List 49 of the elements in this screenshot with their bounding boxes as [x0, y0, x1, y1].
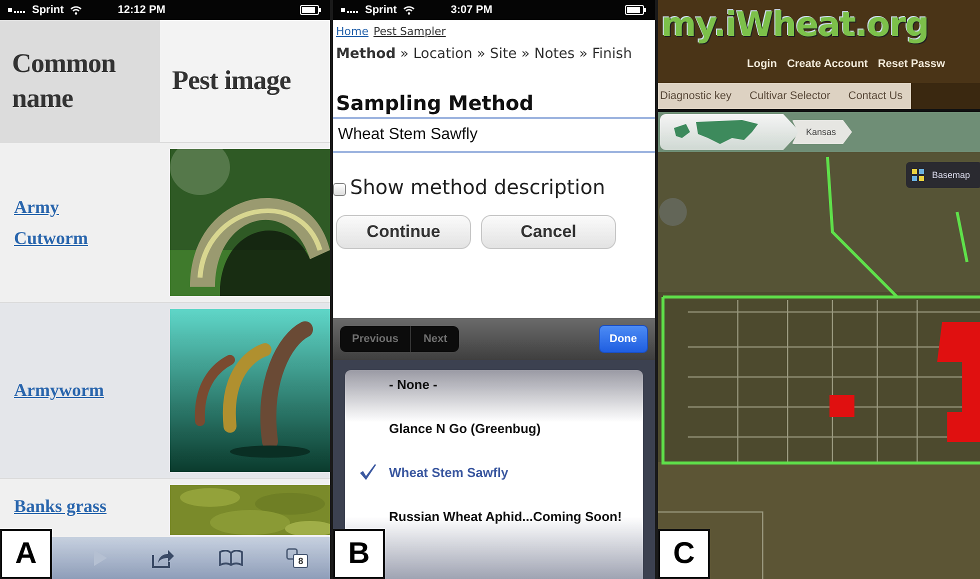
clock-time: 12:12 PM	[118, 4, 166, 16]
picker-option[interactable]: Wheat Stem Sawfly	[345, 460, 643, 484]
picker-option[interactable]: Russian Wheat Aphid...Coming Soon!	[345, 504, 643, 528]
breadcrumb-link[interactable]: Home	[336, 25, 368, 38]
battery-icon	[625, 5, 647, 15]
tabs-icon	[286, 548, 298, 560]
account-link[interactable]: Login	[747, 58, 777, 70]
panel-label: B	[333, 529, 385, 579]
method-select[interactable]: Wheat Stem Sawfly	[333, 116, 655, 152]
continue-button[interactable]: Continue	[336, 214, 471, 248]
battery-icon	[300, 5, 322, 15]
carrier-name: Sprint	[365, 4, 397, 16]
column-header: Common name	[0, 20, 160, 142]
checkbox[interactable]	[333, 183, 346, 196]
state-crumb[interactable]: Kansas	[792, 120, 852, 144]
us-map-button[interactable]	[660, 114, 800, 150]
previous-button[interactable]: Previous	[340, 326, 412, 352]
pest-link[interactable]: Banks grass	[14, 491, 107, 522]
panel-label: A	[0, 529, 52, 579]
signal-icon	[8, 7, 26, 13]
checkmark-icon	[359, 463, 377, 481]
account-link[interactable]: Create Account	[786, 58, 868, 70]
basemap-button[interactable]: Basemap	[906, 162, 980, 188]
book-icon[interactable]	[218, 550, 243, 566]
wifi-icon	[402, 5, 415, 15]
pest-link[interactable]: Army Cutworm	[14, 192, 124, 254]
carrier-name: Sprint	[32, 4, 64, 16]
checkbox-label: Show method description	[350, 174, 606, 198]
wizard-steps: Method » Location » Site » Notes » Finish	[333, 38, 655, 66]
section-heading: Sampling Method	[335, 90, 535, 116]
site-logo: my.iWheat.org	[661, 8, 930, 42]
picker-option[interactable]: - None -	[345, 372, 643, 396]
picker-option[interactable]: Glance N Go (Greenbug)	[345, 416, 643, 440]
grid-icon	[912, 169, 924, 181]
nav-link[interactable]: Contact Us	[848, 90, 903, 102]
nav-link[interactable]: Cultivar Selector	[750, 90, 830, 102]
next-button[interactable]: Next	[411, 326, 460, 352]
wifi-icon	[70, 5, 82, 15]
clock-time: 3:07 PM	[450, 4, 492, 16]
tabs-button[interactable]: 8	[286, 548, 308, 568]
breadcrumb-link[interactable]: Pest Sampler	[373, 25, 446, 38]
panel-label: C	[658, 529, 710, 579]
account-link[interactable]: Reset Passw	[878, 58, 946, 70]
nav-link[interactable]: Diagnostic key	[660, 90, 732, 102]
pest-link[interactable]: Armyworm	[14, 375, 104, 406]
signal-icon	[341, 7, 359, 13]
cancel-button[interactable]: Cancel	[481, 214, 616, 248]
done-button[interactable]: Done	[598, 325, 648, 353]
share-icon[interactable]	[151, 548, 176, 568]
